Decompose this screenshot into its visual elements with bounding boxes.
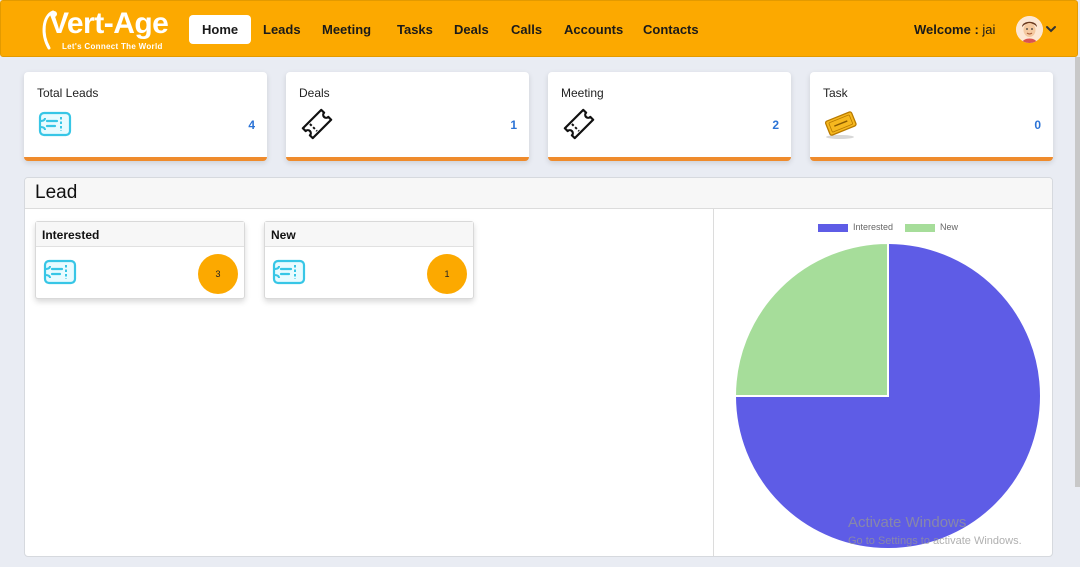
chevron-down-icon[interactable] [1045, 23, 1057, 35]
nav-tasks[interactable]: Tasks [384, 15, 446, 44]
stat-title: Meeting [561, 86, 604, 100]
nav-contacts[interactable]: Contacts [630, 15, 712, 44]
stat-card-task[interactable]: Task 0 [810, 72, 1053, 161]
welcome-text: Welcome : jai [914, 22, 995, 37]
lead-card-new[interactable]: New 1 [264, 221, 474, 299]
ticket-icon [43, 259, 77, 285]
lead-count-badge: 1 [427, 254, 467, 294]
lead-card-title: Interested [42, 228, 100, 242]
lead-panel: Lead Interested 3 New 1 Interested New [24, 177, 1053, 557]
activation-watermark-title: Activate Windows [848, 514, 967, 531]
lead-card-interested[interactable]: Interested 3 [35, 221, 245, 299]
golden-ticket-icon [824, 111, 857, 139]
lead-pie-chart: Interested New [714, 209, 1052, 556]
stat-card-meeting[interactable]: Meeting 2 [548, 72, 791, 161]
ticket-outline-icon [301, 108, 333, 140]
lead-card-header: New [265, 222, 473, 247]
pie-chart-svg [733, 241, 1042, 550]
stat-card-total-leads[interactable]: Total Leads 4 [24, 72, 267, 161]
nav-meeting[interactable]: Meeting [309, 15, 384, 44]
stat-title: Task [823, 86, 848, 100]
ticket-outline-icon [563, 108, 595, 140]
brand-logo[interactable]: Vert-Age Let's Connect The World [39, 6, 174, 53]
lead-card-title: New [271, 228, 296, 242]
stat-title: Deals [299, 86, 330, 100]
brand-tagline: Let's Connect The World [62, 42, 163, 51]
page-scrollbar[interactable] [1075, 57, 1080, 487]
top-navbar: Vert-Age Let's Connect The World Home Le… [0, 0, 1078, 57]
stat-title: Total Leads [37, 86, 99, 100]
lead-card-header: Interested [36, 222, 244, 247]
nav-deals[interactable]: Deals [441, 15, 502, 44]
lead-count-badge: 3 [198, 254, 238, 294]
lead-panel-title: Lead [35, 182, 78, 203]
welcome-prefix: Welcome : [914, 22, 979, 37]
welcome-username: jai [982, 22, 996, 37]
stat-card-deals[interactable]: Deals 1 [286, 72, 529, 161]
stat-value: 0 [1034, 118, 1041, 132]
nav-leads[interactable]: Leads [250, 15, 314, 44]
ticket-icon [272, 259, 306, 285]
nav-accounts[interactable]: Accounts [551, 15, 636, 44]
nav-home[interactable]: Home [189, 15, 252, 44]
pie-slice-new[interactable] [733, 241, 889, 397]
user-avatar-icon[interactable] [1016, 16, 1043, 43]
activation-watermark-subtitle: Go to Settings to activate Windows. [848, 535, 1022, 547]
nav-calls[interactable]: Calls [498, 15, 555, 44]
stat-value: 4 [248, 118, 255, 132]
lead-panel-header: Lead [25, 178, 1052, 209]
ticket-icon [38, 111, 72, 137]
stat-value: 2 [772, 118, 779, 132]
stat-value: 1 [510, 118, 517, 132]
brand-name: Vert-Age [49, 7, 169, 40]
